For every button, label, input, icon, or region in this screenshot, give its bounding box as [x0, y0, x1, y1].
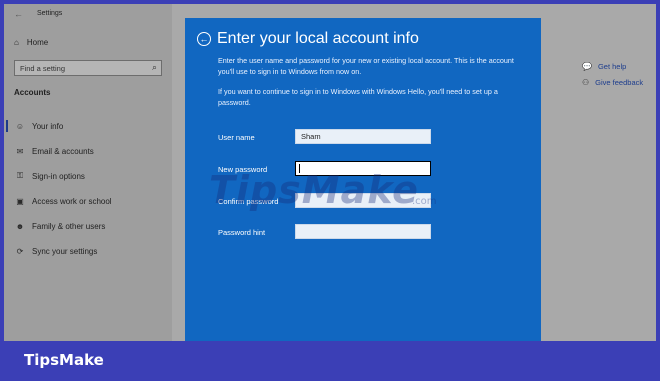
title-bar: ← Settings	[4, 4, 172, 24]
sidebar-item-family-users[interactable]: ☻ Family & other users	[4, 215, 172, 237]
home-icon: ⌂	[14, 38, 19, 47]
screenshot-frame: ← Settings ⌂ Home Find a setting ⌕ Accou…	[4, 4, 656, 341]
home-label: Home	[26, 38, 49, 47]
section-title: Accounts	[14, 88, 51, 97]
briefcase-icon: ▣	[16, 196, 24, 206]
sidebar-item-sign-in-options[interactable]: ⚿ Sign-in options	[4, 165, 172, 187]
people-icon: ☻	[15, 221, 25, 231]
watermark-suffix: .com	[412, 196, 437, 207]
sidebar: ← Settings ⌂ Home Find a setting ⌕ Accou…	[4, 4, 172, 341]
get-help-link[interactable]: 💬 Get help	[582, 58, 643, 74]
sidebar-item-label: Email & accounts	[32, 146, 94, 156]
dialog-header: ← Enter your local account info	[197, 30, 419, 48]
chat-icon: 💬	[582, 61, 592, 71]
person-icon: ☺	[15, 121, 25, 131]
dialog-hello-note: If you want to continue to sign in to Wi…	[218, 87, 498, 107]
dialog-title: Enter your local account info	[217, 30, 419, 47]
get-help-label: Get help	[597, 61, 627, 71]
password-hint-label: Password hint	[218, 228, 266, 237]
sidebar-item-access-work[interactable]: ▣ Access work or school	[4, 190, 172, 212]
watermark: TipsMake	[209, 168, 419, 212]
sidebar-item-label: Sign-in options	[32, 171, 85, 181]
back-arrow-icon[interactable]: ←	[14, 9, 23, 19]
back-button[interactable]: ←	[197, 32, 211, 46]
sidebar-item-label: Your info	[32, 121, 64, 131]
sidebar-item-email-accounts[interactable]: ✉ Email & accounts	[4, 140, 172, 162]
brand-bar: TipsMake	[0, 341, 660, 381]
sidebar-item-label: Sync your settings	[32, 246, 98, 256]
feedback-icon: ⚇	[582, 77, 590, 87]
home-nav[interactable]: ⌂ Home	[14, 38, 48, 47]
give-feedback-label: Give feedback	[595, 77, 644, 87]
brand-logo-text: TipsMake	[24, 351, 104, 369]
user-name-label: User name	[218, 133, 255, 142]
arrow-left-icon: ←	[199, 34, 209, 44]
give-feedback-link[interactable]: ⚇ Give feedback	[582, 74, 643, 90]
search-icon[interactable]: ⌕	[152, 62, 157, 73]
help-links: 💬 Get help ⚇ Give feedback	[582, 58, 643, 90]
search-placeholder: Find a setting	[20, 64, 66, 73]
sidebar-item-label: Access work or school	[32, 196, 112, 206]
email-icon: ✉	[16, 146, 24, 156]
user-name-field[interactable]: Sham	[295, 129, 431, 144]
sidebar-item-your-info[interactable]: ☺ Your info	[4, 115, 172, 137]
sync-icon: ⟳	[16, 246, 24, 256]
dialog-description: Enter the user name and password for you…	[218, 56, 514, 76]
sidebar-item-sync-settings[interactable]: ⟳ Sync your settings	[4, 240, 172, 262]
password-hint-field[interactable]	[295, 224, 431, 239]
search-input[interactable]: Find a setting ⌕	[14, 60, 162, 76]
window-title: Settings	[37, 10, 63, 17]
sidebar-item-label: Family & other users	[32, 221, 106, 231]
key-icon: ⚿	[16, 171, 24, 180]
